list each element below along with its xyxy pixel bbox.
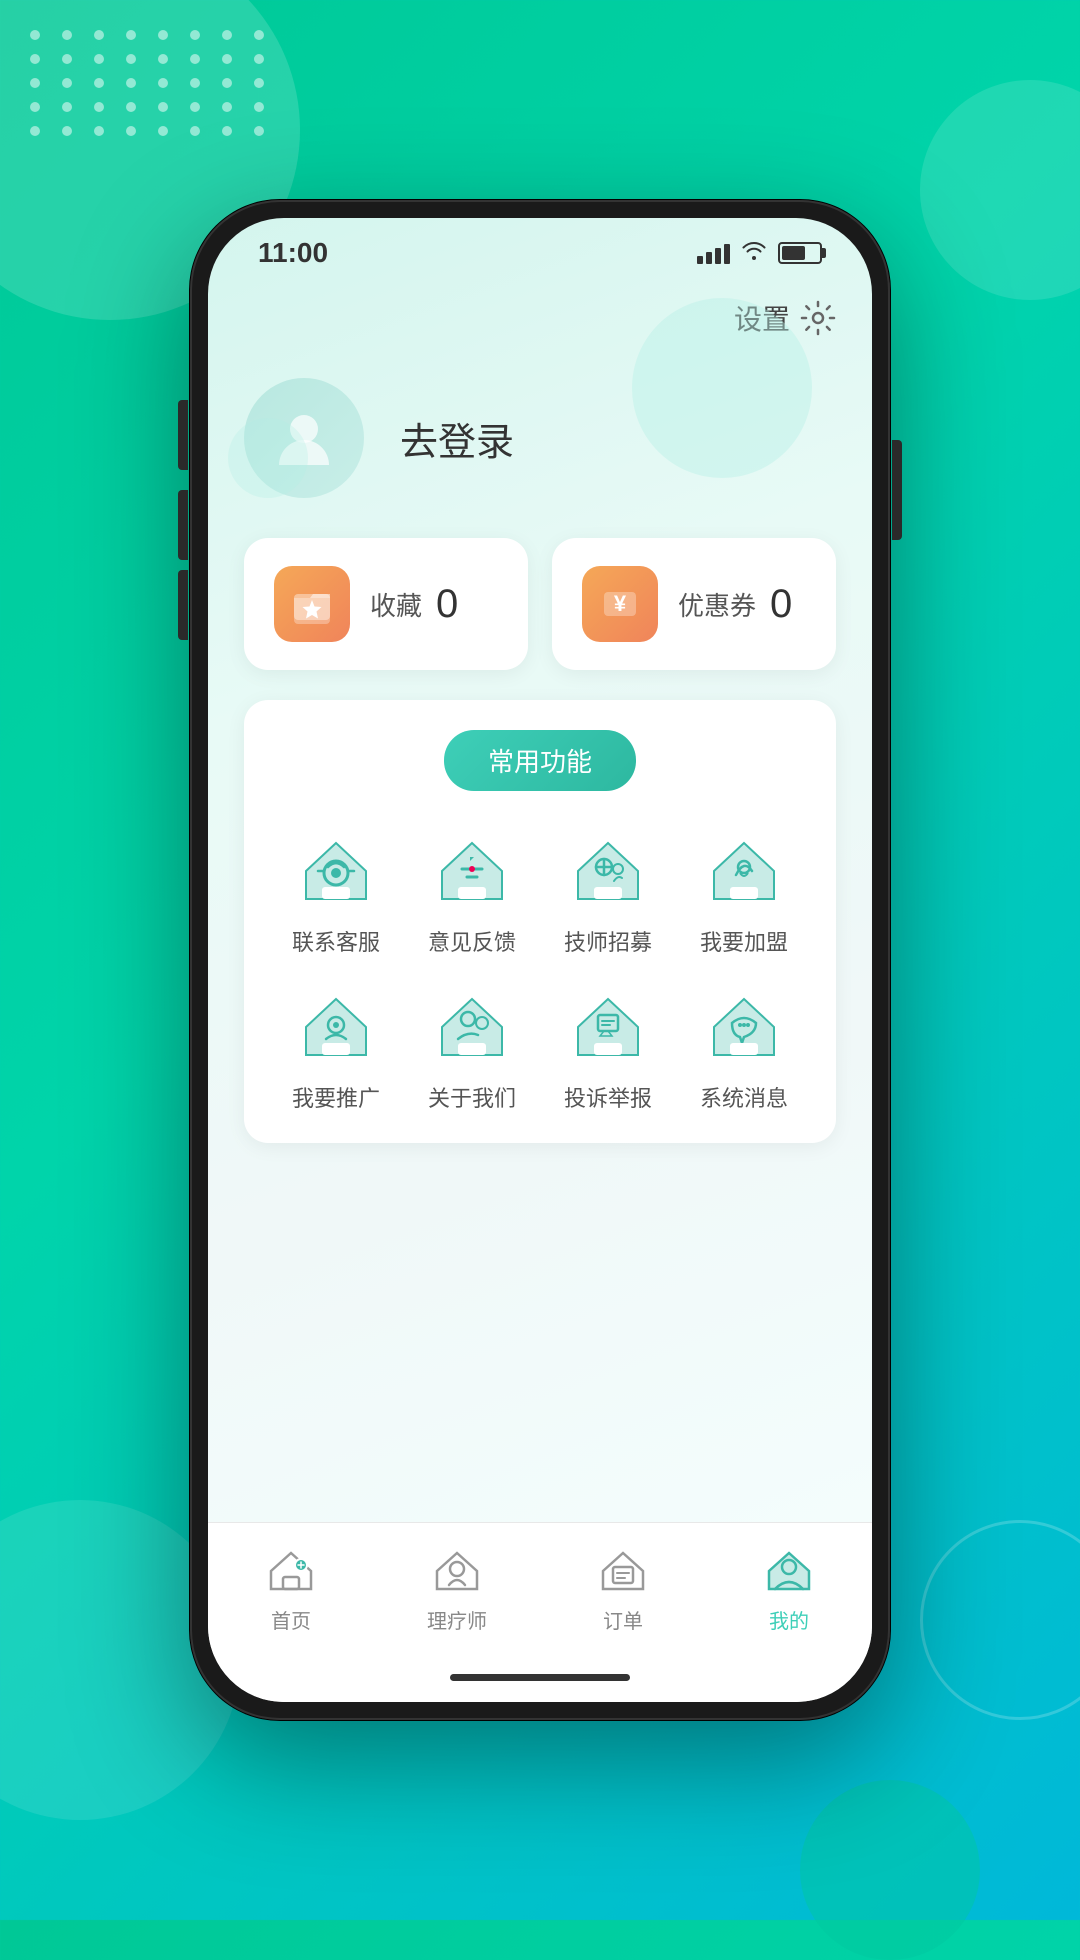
home-nav-icon [263,1541,319,1597]
profile-section[interactable]: 去登录 [244,358,836,538]
coupons-icon-box: ¥ [582,566,658,642]
phone-screen: 11:00 [208,218,872,1702]
home-bar-indicator [450,1674,630,1681]
coupons-info: 优惠券 0 [678,582,792,627]
func-complaint-label: 投诉举报 [564,1081,652,1113]
func-promote-label: 我要推广 [292,1081,380,1113]
customer-service-icon [296,831,376,911]
coupons-label: 优惠券 [678,586,756,623]
therapist-nav-icon [429,1541,485,1597]
func-complaint[interactable]: 投诉举报 [540,987,676,1113]
signal-icon [697,242,730,264]
join-icon [704,831,784,911]
favorites-label: 收藏 [370,586,422,623]
favorites-icon-box [274,566,350,642]
nav-orders[interactable]: 订单 [540,1541,706,1634]
system-msg-icon [704,987,784,1067]
func-join[interactable]: 我要加盟 [676,831,812,957]
status-icons [697,240,822,266]
functions-card: 常用功能 联系客服 [244,700,836,1143]
status-time: 11:00 [258,237,328,269]
func-feedback[interactable]: 意见反馈 [404,831,540,957]
battery-icon [778,242,822,264]
favorites-count: 0 [436,582,458,627]
settings-row: 设置 [244,288,836,358]
complaint-icon [568,987,648,1067]
func-feedback-label: 意见反馈 [428,925,516,957]
stats-row: 收藏 0 ¥ 优惠券 0 [244,538,836,670]
func-customer-service-label: 联系客服 [292,925,380,957]
nav-therapist[interactable]: 理疗师 [374,1541,540,1634]
about-icon [432,987,512,1067]
nav-orders-label: 订单 [603,1605,643,1634]
nav-mine-label: 我的 [769,1605,809,1634]
coupons-card[interactable]: ¥ 优惠券 0 [552,538,836,670]
gear-icon [800,300,836,336]
orders-nav-icon [595,1541,651,1597]
func-technician-recruit[interactable]: 技师招募 [540,831,676,957]
favorites-icon [290,582,334,626]
coupons-count: 0 [770,582,792,627]
phone-shell: 11:00 [190,200,890,1720]
login-text: 去登录 [400,411,514,466]
func-technician-recruit-label: 技师招募 [564,925,652,957]
func-about[interactable]: 关于我们 [404,987,540,1113]
nav-mine[interactable]: 我的 [706,1541,872,1634]
coupon-icon: ¥ [598,582,642,626]
func-system-msg-label: 系统消息 [700,1081,788,1113]
func-customer-service[interactable]: 联系客服 [268,831,404,957]
functions-title: 常用功能 [444,730,636,791]
nav-therapist-label: 理疗师 [427,1605,487,1634]
settings-button[interactable]: 设置 [734,298,836,338]
functions-header: 常用功能 [268,730,812,791]
nav-home-label: 首页 [271,1605,311,1634]
avatar-icon [269,403,339,473]
status-bar: 11:00 [208,218,872,288]
functions-grid: 联系客服 意见反馈 [268,831,812,1113]
svg-text:¥: ¥ [614,591,627,616]
promote-icon [296,987,376,1067]
func-join-label: 我要加盟 [700,925,788,957]
feedback-icon [432,831,512,911]
mine-nav-icon [761,1541,817,1597]
func-promote[interactable]: 我要推广 [268,987,404,1113]
favorites-info: 收藏 0 [370,582,458,627]
bottom-nav: 首页 理疗师 订单 [208,1522,872,1652]
home-bar [208,1652,872,1702]
avatar [244,378,364,498]
favorites-card[interactable]: 收藏 0 [244,538,528,670]
technician-recruit-icon [568,831,648,911]
wifi-icon [742,240,766,266]
func-about-label: 关于我们 [428,1081,516,1113]
nav-home[interactable]: 首页 [208,1541,374,1634]
func-system-msg[interactable]: 系统消息 [676,987,812,1113]
settings-label: 设置 [734,298,790,338]
